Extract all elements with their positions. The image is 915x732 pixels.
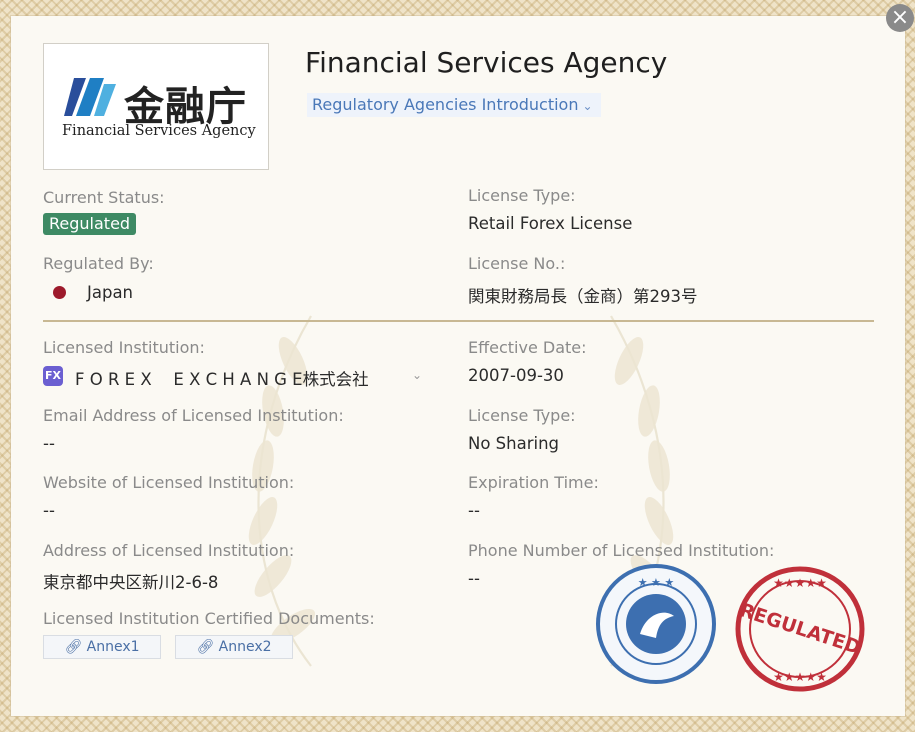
regulated-by-label: Regulated By: [43,254,154,273]
documents-label: Licensed Institution Certified Documents… [43,609,375,628]
close-icon[interactable]: × [886,4,914,32]
license-type-label: License Type: [468,186,576,205]
email-value: -- [43,434,55,453]
logo-english: Financial Services Agency [62,123,256,139]
license-type-value: Retail Forex License [468,214,633,233]
link-icon: 🔗︎ [196,639,215,655]
email-label: Email Address of Licensed Institution: [43,406,344,425]
phone-value: -- [468,569,480,588]
address-value: 東京都中央区新川2-6-8 [43,573,219,592]
effective-date-label: Effective Date: [468,338,587,357]
svg-text:★ ★ ★: ★ ★ ★ [638,576,675,589]
effective-date-value: 2007-09-30 [468,366,564,385]
agency-title: Financial Services Agency [305,46,668,79]
section-divider [43,320,874,322]
agency-logo: 金融庁 Financial Services Agency [43,43,269,170]
expiration-label: Expiration Time: [468,473,599,492]
svg-text:★★★★★: ★★★★★ [773,576,827,590]
svg-text:★★★★★: ★★★★★ [773,670,827,684]
regulated-stamp: ★★★★★ ★★★★★ REGULATED [735,566,865,692]
website-value: -- [43,501,55,520]
institution-logo-icon: FX [43,366,63,386]
website-label: Website of Licensed Institution: [43,473,295,492]
licensed-institution-label: Licensed Institution: [43,338,205,357]
chevron-down-icon: ⌄ [582,99,593,113]
expiration-value: -- [468,501,480,520]
licensed-institution-value[interactable]: F O R E X E X C H A N G E株式会社 [75,366,369,390]
fsa-logo-mark-icon [64,78,116,116]
license-type2-value: No Sharing [468,434,560,453]
japan-flag-icon [53,286,66,299]
address-label: Address of Licensed Institution: [43,541,295,560]
regulatory-intro-link[interactable]: Regulatory Agencies Introduction ⌄ [307,93,601,117]
annex1-label: Annex1 [86,639,140,655]
link-icon: 🔗︎ [64,639,83,655]
annex2-label: Annex2 [218,639,272,655]
current-status-label: Current Status: [43,188,165,207]
license-no-value: 関東財務局長（金商）第293号 [468,287,698,306]
license-type2-label: License Type: [468,406,576,425]
status-badge: Regulated [43,213,137,235]
regulated-by-value: Japan [87,283,134,302]
regulatory-intro-label: Regulatory Agencies Introduction [312,95,579,114]
wikifx-authentication-stamp: ★ ★ ★ [596,564,716,684]
phone-label: Phone Number of Licensed Institution: [468,541,775,560]
license-no-label: License No.: [468,254,566,273]
annex1-link[interactable]: 🔗︎ Annex1 [43,635,161,659]
chevron-down-icon[interactable]: ⌄ [412,368,422,382]
annex2-link[interactable]: 🔗︎ Annex2 [175,635,293,659]
